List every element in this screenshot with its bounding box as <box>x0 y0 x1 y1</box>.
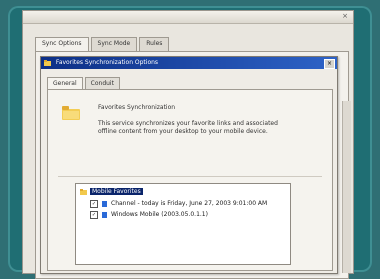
tree-item-label: Windows Mobile (2003.05.0.1.1) <box>111 211 208 218</box>
tree-root-row[interactable]: Mobile Favorites <box>80 187 143 196</box>
dialog-title-text: Favorites Synchronization Options <box>55 59 159 66</box>
tab-conduit[interactable]: Conduit <box>84 77 120 89</box>
dialog-close-button[interactable]: × <box>324 59 335 69</box>
tab-sync-options[interactable]: Sync Options <box>35 37 89 51</box>
page-icon <box>102 200 107 207</box>
dialog-title-bar[interactable]: Favorites Synchronization Options × <box>41 57 337 69</box>
favorites-sync-dialog: Favorites Synchronization Options × Gene… <box>40 56 338 274</box>
divider <box>58 176 322 177</box>
tab-rules[interactable]: Rules <box>139 37 170 51</box>
favorites-tree: Mobile Favorites ✓ Channel - today is Fr… <box>75 183 291 265</box>
outer-scrollbar[interactable] <box>342 101 351 273</box>
dialog-tab-strip: General Conduit <box>47 77 120 89</box>
tab-sync-mode[interactable]: Sync Mode <box>90 37 138 51</box>
folder-icon <box>62 106 80 120</box>
feature-description: This service synchronizes your favorite … <box>98 120 278 135</box>
folder-icon <box>80 188 87 195</box>
page-icon <box>102 211 107 218</box>
tree-item-row[interactable]: ✓ Channel - today is Friday, June 27, 20… <box>90 199 267 208</box>
outer-close-button[interactable]: × <box>341 13 349 20</box>
item-checkbox[interactable]: ✓ <box>90 199 98 208</box>
folder-icon <box>44 59 51 66</box>
feature-name: Favorites Synchronization <box>98 104 176 111</box>
tree-item-label: Channel - today is Friday, June 27, 2003… <box>111 200 268 207</box>
tab-general[interactable]: General <box>47 77 83 89</box>
outer-title-bar: × <box>23 11 353 24</box>
item-checkbox[interactable]: ✓ <box>90 210 98 219</box>
outer-tab-strip: Sync Options Sync Mode Rules <box>35 37 170 51</box>
tree-item-row[interactable]: ✓ Windows Mobile (2003.05.0.1.1) <box>90 210 208 219</box>
tree-root-label: Mobile Favorites <box>90 188 143 195</box>
